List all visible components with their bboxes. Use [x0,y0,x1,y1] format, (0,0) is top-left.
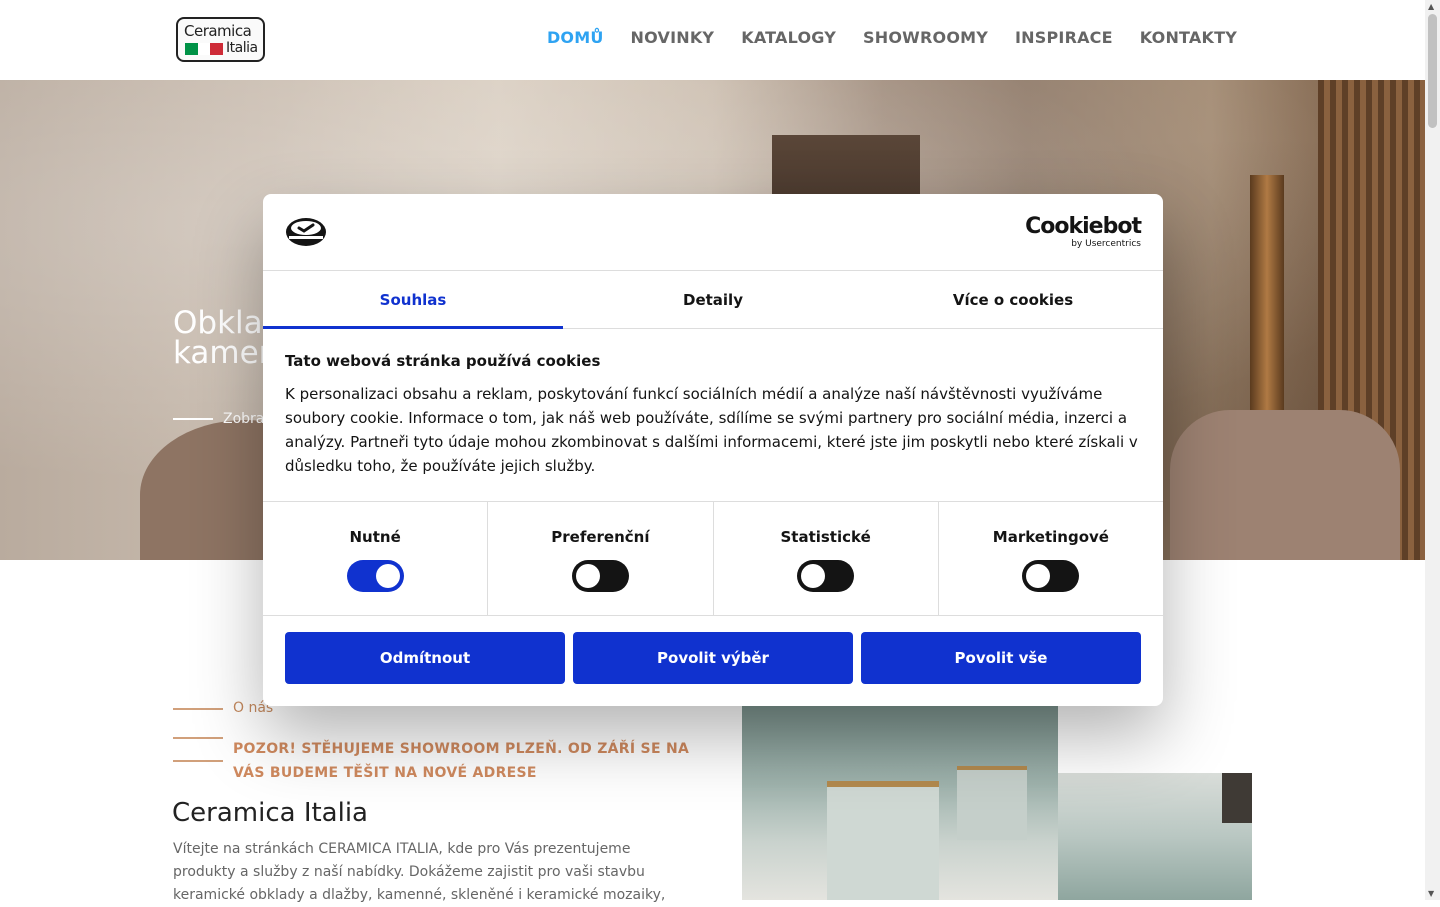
about-label-line [173,708,223,710]
dialog-description: K personalizaci obsahu a reklam, poskyto… [285,385,1138,475]
hero-armchair [1170,410,1400,560]
toggle-label-nutne: Nutné [349,528,401,546]
toggle-label-preferencni: Preferenční [551,528,650,546]
dialog-title: Tato webová stránka používá cookies [285,352,601,370]
about-text: Vítejte na stránkách CERAMICA ITALIA, kd… [173,841,666,903]
hero-title: Obkla kamer [173,305,272,371]
nav-item-domu[interactable]: DOMŮ [547,28,604,47]
dialog-buttons: Odmítnout Povolit výběr Povolit vše [285,632,1141,684]
scroll-thumb[interactable] [1428,14,1437,128]
dialog-header: Cookiebot by Usercentrics [263,194,1163,271]
showroom-alert: POZOR! STĚHUJEME SHOWROOM PLZEŇ. OD ZÁŘÍ… [233,741,690,781]
scroll-down-arrow-icon[interactable]: ▼ [1428,889,1434,898]
allow-all-button[interactable]: Povolit vše [861,632,1141,684]
toggle-switch-preferencni[interactable] [571,560,629,592]
cookiebot-logo-icon [286,218,326,246]
alert-line-1 [173,737,223,739]
about-title: Ceramica Italia [172,798,368,828]
cookiebot-brand-name: Cookiebot [1025,214,1142,239]
cookiebot-brand-sub: by Usercentrics [1071,239,1141,249]
allow-selection-button[interactable]: Povolit výběr [573,632,853,684]
tab-detaily[interactable]: Detaily [563,271,863,328]
nav-item-showroomy[interactable]: SHOWROOMY [863,28,988,47]
logo-text-top: Ceramica [184,22,252,40]
showroom-photo-1 [742,706,1058,900]
toggle-label-statisticke: Statistické [780,528,871,546]
hero-title-line-1: Obkla [173,305,263,341]
toggle-group-nutne: Nutné [263,502,489,615]
hero-link-label: Zobra [223,411,265,427]
tab-souhlas[interactable]: Souhlas [263,271,563,329]
site-header: Ceramica Italia DOMŮ NOVINKY KATALOGY SH… [0,0,1425,80]
dialog-tabs: Souhlas Detaily Více o cookies [263,271,1163,329]
consent-toggles: Nutné Preferenční Statistické Marketingo… [263,501,1163,616]
photo-beam [1222,773,1252,823]
photo-counter [827,781,939,900]
toggle-knob [575,564,600,588]
main-nav: DOMŮ NOVINKY KATALOGY SHOWROOMY INSPIRAC… [547,28,1237,47]
toggle-switch-statisticke[interactable] [797,560,855,592]
showroom-photo-2 [1058,773,1252,900]
nav-item-inspirace[interactable]: INSPIRACE [1015,28,1113,47]
hero-link-line [173,418,213,420]
ceramica-italia-logo[interactable]: Ceramica Italia [176,17,265,62]
hero-title-line-2: kamer [173,335,272,371]
photo-counter-2 [957,766,1027,840]
toggle-group-marketingove: Marketingové [939,502,1163,615]
alert-line-2 [173,760,223,762]
toggle-knob [1026,564,1051,588]
scroll-up-arrow-icon[interactable]: ▲ [1428,2,1434,11]
toggle-switch-marketingove[interactable] [1022,560,1080,592]
nav-item-novinky[interactable]: NOVINKY [631,28,715,47]
toggle-knob [801,564,826,588]
toggle-group-statisticke: Statistické [714,502,939,615]
toggle-switch-nutne[interactable] [346,560,404,592]
cookie-consent-dialog: Cookiebot by Usercentrics Souhlas Detail… [263,194,1163,706]
toggle-label-marketingove: Marketingové [992,528,1109,546]
reject-button[interactable]: Odmítnout [285,632,565,684]
tab-vice-o-cookies[interactable]: Více o cookies [863,271,1163,328]
hero-link[interactable]: Zobra [173,411,264,427]
logo-text-bottom: Italia [226,40,258,56]
page-scrollbar[interactable]: ▲ ▼ [1425,0,1440,900]
toggle-group-preferencni: Preferenční [488,502,714,615]
nav-item-kontakty[interactable]: KONTAKTY [1140,28,1237,47]
toggle-knob [375,564,400,588]
nav-item-katalogy[interactable]: KATALOGY [741,28,836,47]
hero-lamp [1250,175,1284,435]
italian-flag-icon [185,43,224,55]
cookiebot-brand: Cookiebot by Usercentrics [1025,214,1142,250]
